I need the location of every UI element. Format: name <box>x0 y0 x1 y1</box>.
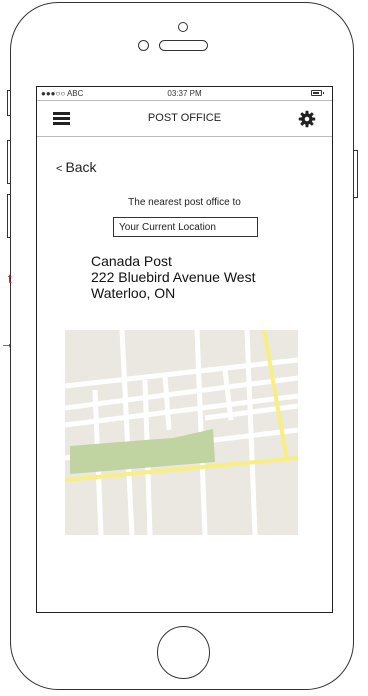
map-view[interactable] <box>65 330 298 535</box>
front-sensor-icon <box>178 22 188 32</box>
post-office-city: Waterloo, ON <box>91 285 176 301</box>
status-bar: ●●●○○ ABC 03:37 PM <box>37 87 332 100</box>
phone-screen: ●●●○○ ABC 03:37 PM POST OFFICE < Back Th… <box>36 86 333 613</box>
post-office-name: Canada Post <box>91 253 172 269</box>
front-camera-icon <box>138 40 149 51</box>
back-button[interactable]: < Back <box>56 159 97 175</box>
page-title: POST OFFICE <box>147 112 222 124</box>
location-input[interactable] <box>113 217 258 237</box>
nav-bar: POST OFFICE <box>37 100 332 137</box>
home-button[interactable] <box>157 626 210 679</box>
earpiece-speaker <box>159 40 208 51</box>
annotation-label-fragment: t <box>8 271 12 286</box>
battery-icon <box>311 90 324 96</box>
back-label: Back <box>65 159 97 175</box>
arrow-right-icon: → <box>0 335 14 351</box>
post-office-street: 222 Bluebird Avenue West <box>91 269 256 285</box>
wireframe-stage: ●●●○○ ABC 03:37 PM POST OFFICE < Back Th… <box>0 0 368 696</box>
gear-icon[interactable] <box>298 110 316 128</box>
chevron-left-icon: < <box>56 163 63 175</box>
nearest-prompt: The nearest post office to <box>128 197 241 208</box>
post-office-address: Canada Post 222 Bluebird Avenue West Wat… <box>91 253 256 301</box>
status-time: 03:37 PM <box>167 89 202 98</box>
